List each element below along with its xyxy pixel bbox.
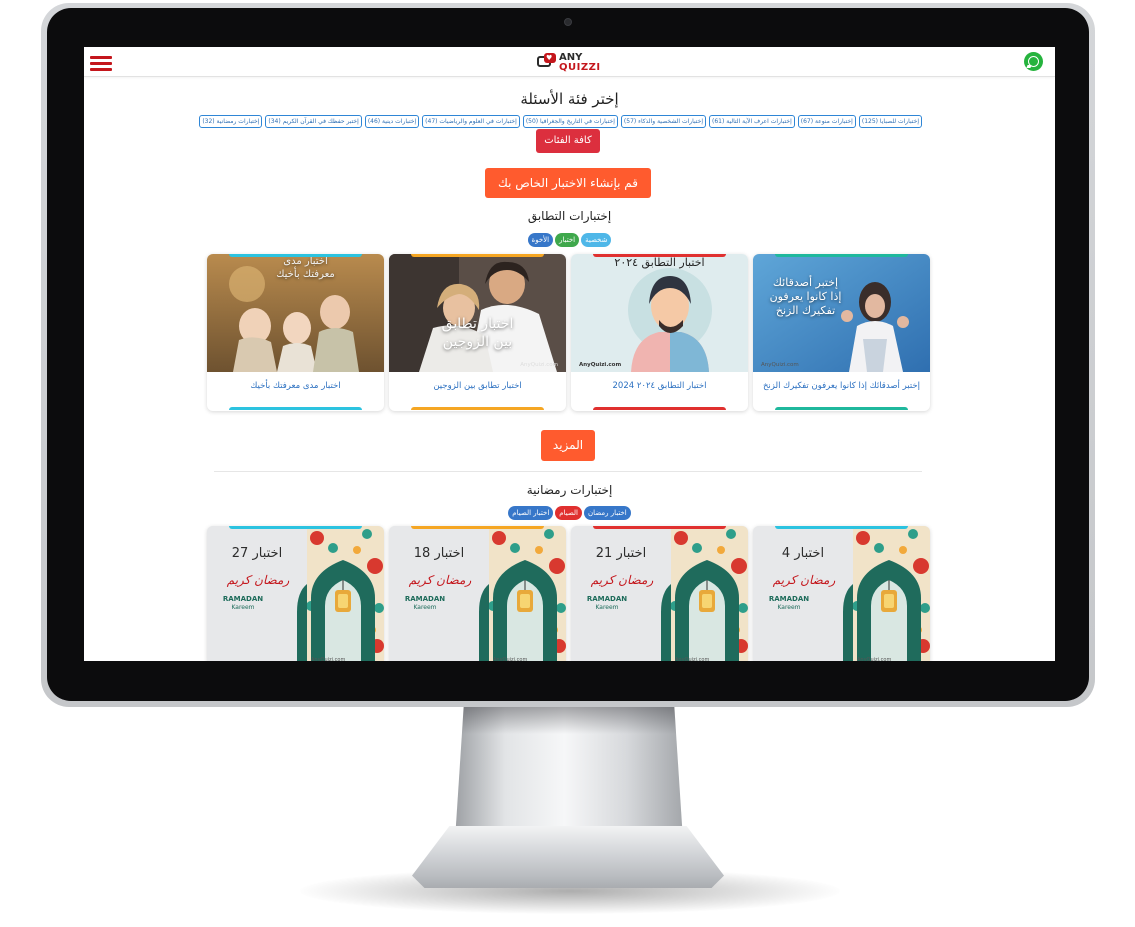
hamburger-menu-icon[interactable] bbox=[90, 56, 112, 72]
quiz-thumbnail-text: إختبر أصدقائك إذا كانوا يعرفون تفكيرك ال… bbox=[769, 276, 842, 317]
quiz-card-title[interactable]: اختبار تطابق بين الزوجين bbox=[389, 381, 566, 391]
card-accent-top bbox=[593, 254, 726, 257]
watermark: AnyQuizi.com bbox=[579, 362, 622, 368]
ramadan-english-title: RAMADAN bbox=[222, 595, 264, 603]
watermark: AnyQuizi.com bbox=[675, 657, 710, 661]
category-chip[interactable]: إختبارات رمضانية (32) bbox=[199, 115, 263, 128]
watermark: AnyQuizi.com bbox=[311, 657, 346, 661]
page-title: إختر فئة الأسئلة bbox=[520, 90, 619, 108]
tag-badge[interactable]: اختبار bbox=[555, 233, 580, 247]
compat-section-title: إختبارات التطابق bbox=[527, 209, 612, 223]
category-chip[interactable]: إختبر حفظك في القرآن الكريم (34) bbox=[265, 115, 362, 128]
ramadan-greeting: رمضان كريم bbox=[772, 573, 836, 587]
ramadan-english-title: RAMADAN bbox=[404, 595, 446, 603]
ramadan-greeting: رمضان كريم bbox=[590, 573, 654, 587]
ramadan-quiz-card[interactable]: اختبار 18 رمضان كريم RAMADAN Kareem AnyQuizi… bbox=[389, 526, 566, 661]
ramadan-quiz-number: اختبار 4 bbox=[781, 546, 825, 561]
quiz-thumbnail-text: اختبار مدى معرفتك بأخيك bbox=[276, 256, 335, 280]
ramadan-quiz-number: اختبار 18 bbox=[413, 546, 465, 561]
tag-badge[interactable]: الأخوة bbox=[527, 233, 554, 247]
quiz-card[interactable]: اختبار التطابق ٢٠٢٤ AnyQuizi.com اختبار … bbox=[571, 254, 748, 411]
quiz-thumbnail-text: اختبار تطابق بين الزوجين bbox=[441, 316, 514, 350]
quiz-card[interactable]: إختبر أصدقائك إذا كانوا يعرفون تفكيرك ال… bbox=[753, 254, 930, 411]
card-accent-top bbox=[229, 526, 362, 529]
category-chip[interactable]: إختبارات الشخصية والذكاء (57) bbox=[620, 115, 706, 128]
tag-badge[interactable]: اختبار رمضان bbox=[584, 506, 631, 520]
quiz-thumbnail: اختبار التطابق ٢٠٢٤ AnyQuizi.com bbox=[571, 254, 748, 372]
category-chip[interactable]: إختبارات للصبايا (125) bbox=[858, 115, 922, 128]
ramadan-quiz-number: اختبار 21 bbox=[595, 546, 647, 561]
ramadan-tag-list: اختبار رمضان الصيام اختبار الصيام bbox=[84, 506, 1055, 520]
tag-badge[interactable]: اختبار الصيام bbox=[508, 506, 554, 520]
watermark: AnyQuizi.com bbox=[857, 657, 892, 661]
whatsapp-icon[interactable] bbox=[1024, 52, 1043, 71]
card-accent-bottom bbox=[411, 407, 544, 410]
section-divider bbox=[214, 471, 922, 472]
ramadan-english-subtitle: Kareem bbox=[413, 604, 437, 611]
ramadan-english-title: RAMADAN bbox=[586, 595, 628, 603]
ramadan-quiz-card[interactable]: اختبار 4 رمضان كريم RAMADAN Kareem AnyQuizi.… bbox=[753, 526, 930, 661]
quiz-thumbnail: إختبر أصدقائك إذا كانوا يعرفون تفكيرك ال… bbox=[753, 254, 930, 372]
website-screen: ♥ ANY QUIZZI إختر فئة الأسئلة إختبارات ل… bbox=[84, 47, 1055, 661]
ramadan-english-title: RAMADAN bbox=[768, 595, 810, 603]
ramadan-section-title: إختبارات رمضانية bbox=[526, 483, 613, 497]
top-navbar: ♥ ANY QUIZZI bbox=[84, 47, 1055, 77]
ramadan-quiz-card[interactable]: اختبار 27 رمضان كريم RAMADAN Kareem AnyQuizi… bbox=[207, 526, 384, 661]
quiz-thumbnail: اختبار تطابق بين الزوجين AnyQuizi.com bbox=[389, 254, 566, 372]
more-button[interactable]: المزيد bbox=[541, 430, 595, 461]
tag-badge[interactable]: الصيام bbox=[555, 506, 582, 520]
watermark: AnyQuizi.com bbox=[761, 362, 799, 368]
logo-text-quizzi: QUIZZI bbox=[559, 62, 601, 73]
ramadan-quiz-number: اختبار 27 bbox=[231, 546, 283, 561]
quiz-card-title[interactable]: إختبر أصدقائك إذا كانوا يعرفون تفكيرك ال… bbox=[753, 381, 930, 391]
category-chip[interactable]: إختبارات اعرف الآية التالية (61) bbox=[709, 115, 795, 128]
logo-heart-icon: ♥ bbox=[546, 54, 553, 62]
category-filter-list: إختبارات للصبايا (125) إختبارات منوعة (67… bbox=[199, 115, 922, 128]
category-chip[interactable]: إختبارات في العلوم والرياضيات (47) bbox=[422, 115, 520, 128]
watermark: AnyQuizi.com bbox=[493, 657, 528, 661]
quiz-card[interactable]: اختبار مدى معرفتك بأخيك اختبار مدى معرفت… bbox=[207, 254, 384, 411]
quiz-card-title[interactable]: اختبار التطابق ٢٠٢٤ 2024 bbox=[571, 381, 748, 391]
ramadan-english-subtitle: Kareem bbox=[595, 604, 619, 611]
monitor-stand-foot bbox=[412, 826, 724, 888]
ramadan-greeting: رمضان كريم bbox=[226, 573, 290, 587]
ramadan-english-subtitle: Kareem bbox=[777, 604, 801, 611]
watermark: AnyQuizi.com bbox=[520, 362, 558, 368]
compat-tag-list: شخصية اختبار الأخوة bbox=[84, 233, 1055, 247]
card-accent-bottom bbox=[775, 407, 908, 410]
tag-badge[interactable]: شخصية bbox=[581, 233, 612, 247]
card-accent-top bbox=[411, 254, 544, 257]
category-chip[interactable]: إختبارات منوعة (67) bbox=[797, 115, 856, 128]
create-quiz-button[interactable]: قم بإنشاء الاختبار الخاص بك bbox=[485, 168, 651, 198]
quiz-card[interactable]: اختبار تطابق بين الزوجين AnyQuizi.com اخ… bbox=[389, 254, 566, 411]
quiz-card-title[interactable]: اختبار مدى معرفتك بأخيك bbox=[207, 381, 384, 391]
ramadan-quiz-card[interactable]: اختبار 21 رمضان كريم RAMADAN Kareem AnyQuizi… bbox=[571, 526, 748, 661]
monitor-mockup: ♥ ANY QUIZZI إختر فئة الأسئلة إختبارات ل… bbox=[0, 0, 1135, 927]
category-chip[interactable]: إختبارات في التاريخ والجغرافيا (50) bbox=[522, 115, 618, 128]
quiz-thumbnail: اختبار مدى معرفتك بأخيك bbox=[207, 254, 384, 372]
card-accent-top bbox=[775, 254, 908, 257]
card-accent-bottom bbox=[229, 407, 362, 410]
ramadan-english-subtitle: Kareem bbox=[231, 604, 255, 611]
card-accent-top bbox=[411, 526, 544, 529]
site-logo[interactable]: ♥ ANY QUIZZI bbox=[535, 51, 605, 75]
quiz-thumbnail-text: اختبار التطابق ٢٠٢٤ bbox=[614, 256, 705, 269]
card-accent-bottom bbox=[593, 407, 726, 410]
ramadan-greeting: رمضان كريم bbox=[408, 573, 472, 587]
category-chip[interactable]: إختبارات دينية (46) bbox=[364, 115, 420, 128]
webcam-icon bbox=[564, 18, 572, 26]
all-categories-button[interactable]: كافة الفئات bbox=[536, 129, 600, 153]
card-accent-top bbox=[593, 526, 726, 529]
card-accent-top bbox=[229, 254, 362, 257]
card-accent-top bbox=[775, 526, 908, 529]
